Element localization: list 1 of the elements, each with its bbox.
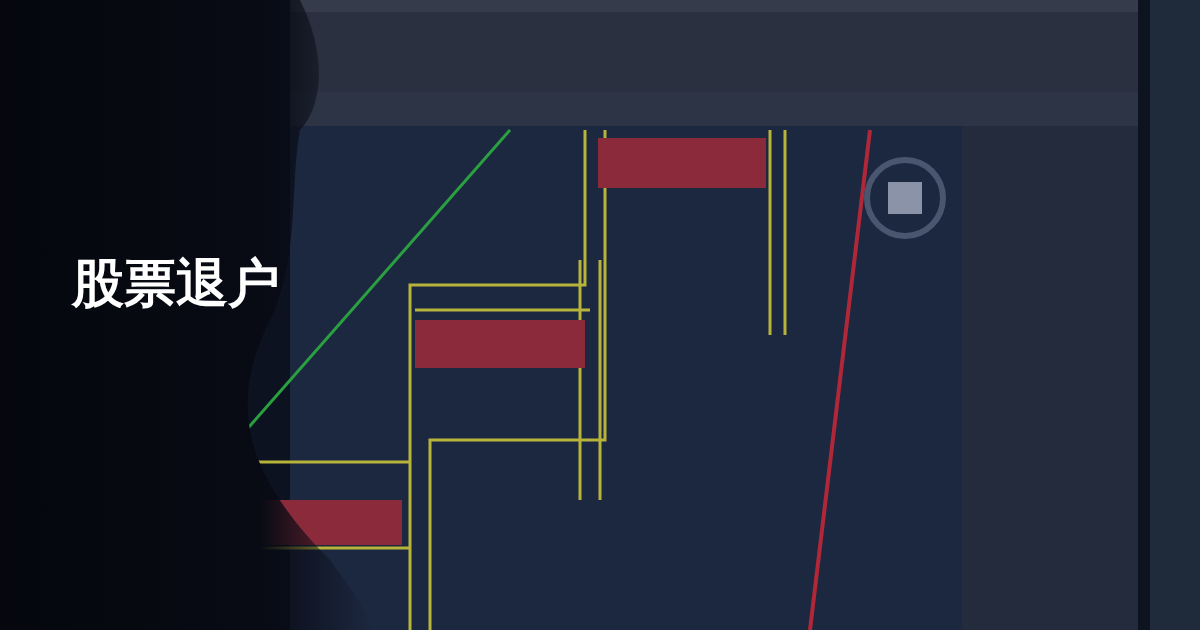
page-title: 股票退户 bbox=[72, 253, 280, 314]
